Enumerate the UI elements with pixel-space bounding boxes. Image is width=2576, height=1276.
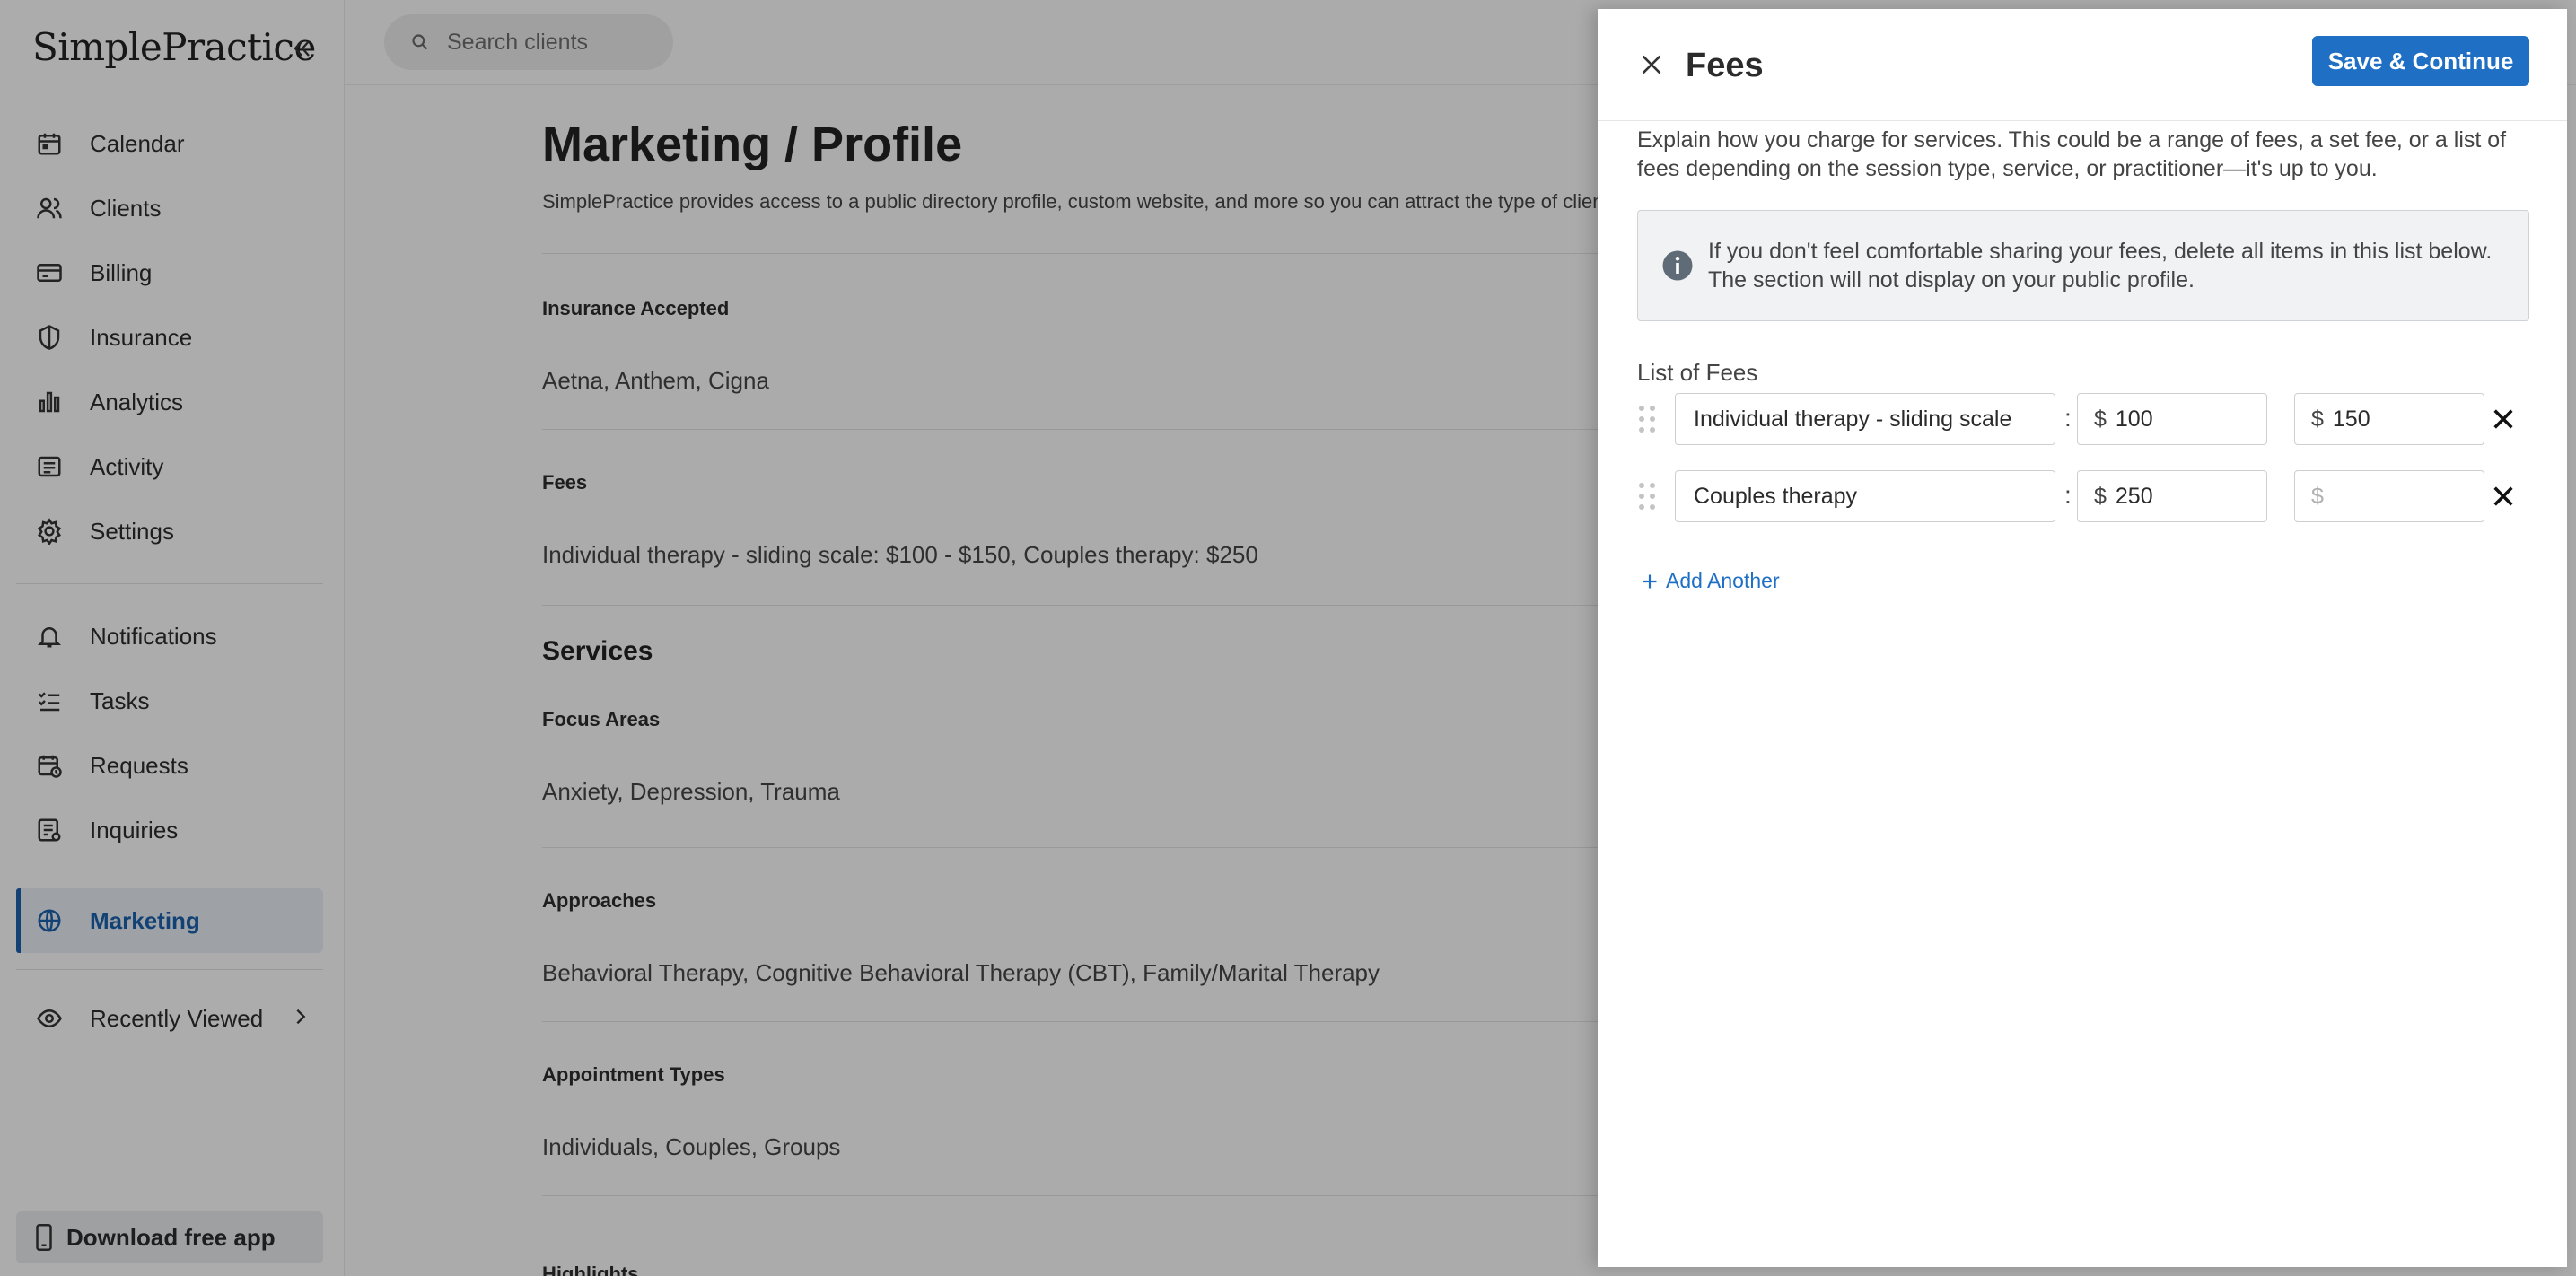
close-icon [1642,55,1661,74]
fee-max-field[interactable]: $ [2294,470,2484,522]
currency-symbol: $ [2311,406,2324,432]
info-callout: If you don't feel comfortable sharing yo… [1637,210,2529,321]
close-icon [2493,409,2513,429]
fee-separator: : [2064,404,2072,432]
drawer-header-divider [1598,120,2567,121]
fee-max-input[interactable] [2332,483,2467,510]
drag-handle-icon[interactable] [1637,481,1657,511]
fee-separator: : [2064,481,2072,509]
fee-min-input[interactable] [2115,483,2250,510]
save-continue-button[interactable]: Save & Continue [2312,36,2529,86]
fee-row: : $ – $ [1637,393,2535,445]
currency-symbol: $ [2094,406,2107,432]
currency-symbol: $ [2094,483,2107,509]
drawer-description: Explain how you charge for services. Thi… [1637,127,2507,181]
remove-fee-button[interactable] [2486,402,2520,436]
plus-icon [1641,572,1659,590]
fee-name-input[interactable] [1675,393,2055,445]
info-text: If you don't feel comfortable sharing yo… [1708,239,2493,293]
fee-max-input[interactable] [2332,406,2467,433]
fee-name-input[interactable] [1675,470,2055,522]
add-another-label: Add Another [1666,569,1780,592]
currency-symbol: $ [2311,483,2324,509]
fee-row: : $ – $ [1637,470,2535,522]
fee-max-field[interactable]: $ [2294,393,2484,445]
drag-handle-icon[interactable] [1637,404,1657,434]
drawer-title: Fees [1686,47,1764,84]
fee-min-field[interactable]: $ [2077,470,2267,522]
close-drawer-button[interactable] [1634,47,1669,83]
fee-min-field[interactable]: $ [2077,393,2267,445]
fees-drawer: Fees Save & Continue Explain how you cha… [1598,9,2567,1267]
remove-fee-button[interactable] [2486,479,2520,513]
fee-min-input[interactable] [2115,406,2250,433]
close-icon [2493,486,2513,506]
fees-list-label: List of Fees [1637,359,1758,386]
add-another-link[interactable]: Add Another [1641,569,1780,593]
info-icon [1661,249,1694,282]
